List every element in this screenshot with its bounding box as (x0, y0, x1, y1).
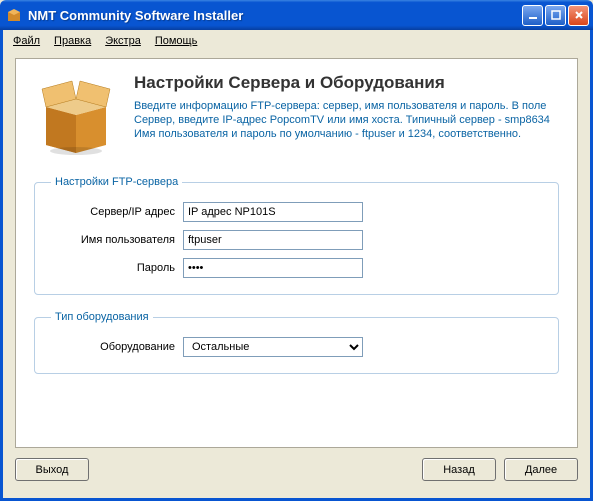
minimize-icon (528, 10, 538, 20)
minimize-button[interactable] (522, 5, 543, 26)
wizard-content: Настройки Сервера и Оборудования Введите… (15, 58, 578, 448)
menu-help[interactable]: Помощь (155, 35, 198, 47)
ftp-settings-group: Настройки FTP-сервера Сервер/IP адрес Им… (34, 176, 559, 295)
hardware-type-group: Тип оборудования Оборудование Остальные (34, 311, 559, 374)
back-button[interactable]: Назад (422, 458, 496, 481)
password-input[interactable] (183, 258, 363, 278)
exit-button[interactable]: Выход (15, 458, 89, 481)
window-title: NMT Community Software Installer (26, 8, 522, 23)
hardware-label: Оборудование (51, 341, 183, 353)
ftp-legend: Настройки FTP-сервера (51, 176, 182, 188)
menu-extra[interactable]: Экстра (105, 35, 141, 47)
page-description: Введите информацию FTP-сервера: сервер, … (134, 99, 559, 141)
menu-file[interactable]: Файл (13, 35, 40, 47)
close-button[interactable] (568, 5, 589, 26)
box-icon (34, 73, 118, 160)
maximize-icon (551, 10, 561, 20)
password-label: Пароль (51, 262, 183, 274)
menubar: Файл Правка Экстра Помощь (0, 30, 593, 52)
app-icon (6, 7, 22, 23)
page-title: Настройки Сервера и Оборудования (134, 73, 559, 93)
username-label: Имя пользователя (51, 234, 183, 246)
footer-spacer (97, 458, 414, 481)
hardware-select[interactable]: Остальные (183, 337, 363, 357)
server-input[interactable] (183, 202, 363, 222)
footer: Выход Назад Далее (3, 448, 590, 491)
next-button[interactable]: Далее (504, 458, 578, 481)
menu-edit[interactable]: Правка (54, 35, 91, 47)
window-frame: Настройки Сервера и Оборудования Введите… (0, 52, 593, 501)
header-row: Настройки Сервера и Оборудования Введите… (34, 73, 559, 160)
titlebar: NMT Community Software Installer (0, 0, 593, 30)
header-text: Настройки Сервера и Оборудования Введите… (134, 73, 559, 160)
maximize-button[interactable] (545, 5, 566, 26)
hardware-legend: Тип оборудования (51, 311, 153, 323)
username-input[interactable] (183, 230, 363, 250)
window-controls (522, 5, 589, 26)
close-icon (574, 10, 584, 20)
server-label: Сервер/IP адрес (51, 206, 183, 218)
